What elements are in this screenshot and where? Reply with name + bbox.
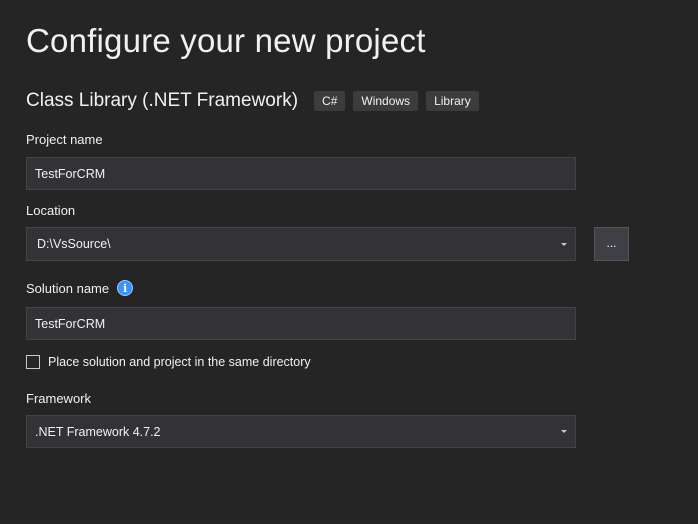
location-combobox[interactable]: D:\VsSource\ <box>26 227 576 261</box>
framework-value: .NET Framework 4.7.2 <box>35 424 161 439</box>
configure-project-page: Configure your new project Class Library… <box>0 0 698 524</box>
solution-name-value: TestForCRM <box>35 316 106 331</box>
location-label: Location <box>26 203 76 218</box>
template-summary: Class Library (.NET Framework) C# Window… <box>26 89 487 113</box>
same-directory-checkbox[interactable] <box>26 355 40 369</box>
solution-name-input[interactable]: TestForCRM <box>26 307 576 340</box>
framework-label: Framework <box>26 391 92 406</box>
tag-project-type: Library <box>426 91 479 111</box>
tag-language: C# <box>314 91 346 111</box>
same-directory-option[interactable]: Place solution and project in the same d… <box>26 353 311 371</box>
project-name-label: Project name <box>26 132 103 147</box>
framework-dropdown[interactable]: .NET Framework 4.7.2 <box>26 415 576 448</box>
tag-platform: Windows <box>353 91 419 111</box>
same-directory-label[interactable]: Place solution and project in the same d… <box>48 355 311 369</box>
project-name-value: TestForCRM <box>35 166 106 181</box>
template-name: Class Library (.NET Framework) <box>26 90 299 111</box>
browse-location-button[interactable]: ... <box>594 227 629 261</box>
chevron-down-icon[interactable] <box>561 242 567 246</box>
info-icon[interactable]: i <box>117 280 134 296</box>
solution-name-label: Solution name <box>26 280 110 296</box>
project-name-input[interactable]: TestForCRM <box>26 157 576 190</box>
page-title: Configure your new project <box>26 22 426 59</box>
location-value: D:\VsSource\ <box>37 237 111 251</box>
solution-name-label-row: Solution name i <box>26 279 134 297</box>
chevron-down-icon[interactable] <box>561 430 567 433</box>
